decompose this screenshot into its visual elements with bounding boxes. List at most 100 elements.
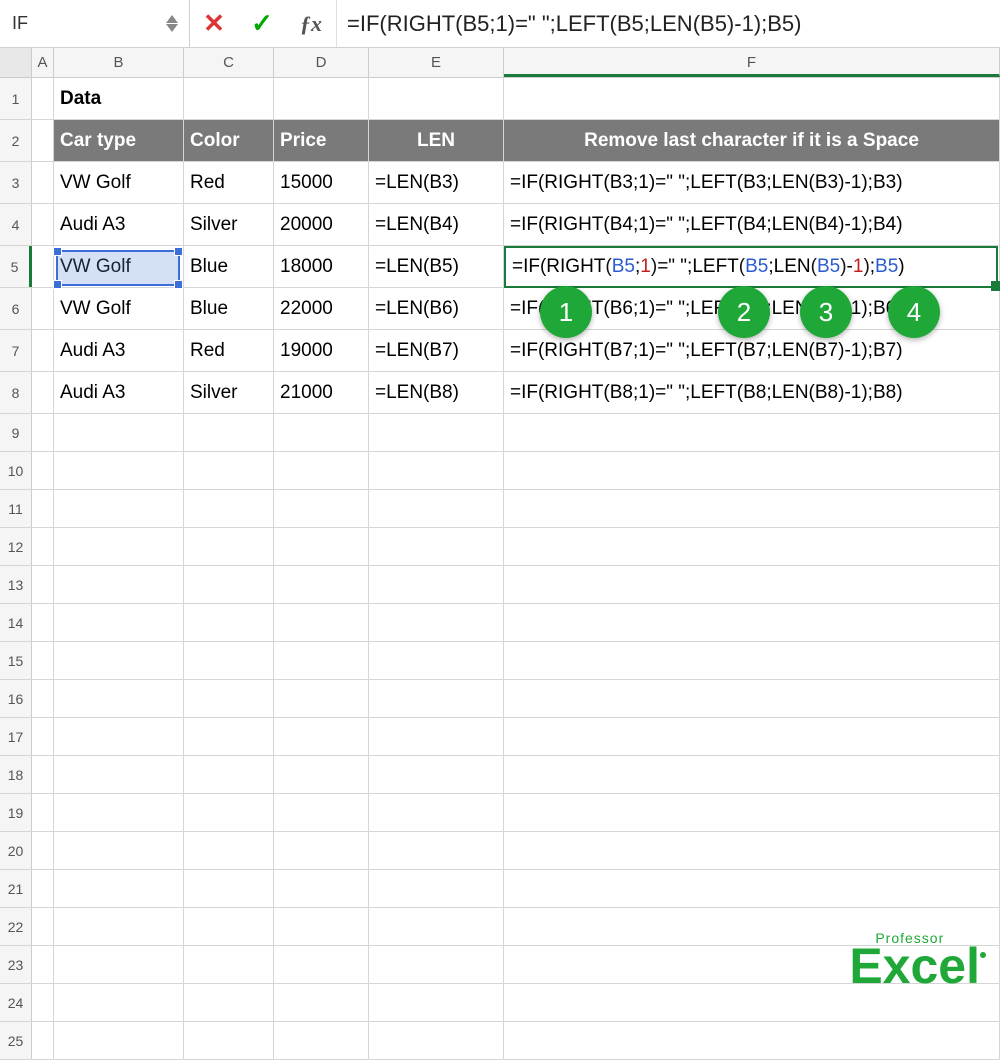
cell[interactable]: =LEN(B5)	[369, 246, 504, 287]
fx-icon[interactable]: ƒx	[286, 0, 336, 47]
cell[interactable]	[369, 908, 504, 945]
cell[interactable]	[369, 452, 504, 489]
fill-handle[interactable]	[991, 281, 1000, 291]
cell[interactable]	[32, 832, 54, 869]
row-header[interactable]: 20	[0, 832, 32, 869]
cell[interactable]: 15000	[274, 162, 369, 203]
col-header-A[interactable]: A	[32, 48, 54, 77]
cell[interactable]	[54, 604, 184, 641]
cell[interactable]	[32, 794, 54, 831]
cell[interactable]	[274, 832, 369, 869]
row-header[interactable]: 21	[0, 870, 32, 907]
cell[interactable]	[504, 528, 1000, 565]
cell[interactable]	[32, 162, 54, 203]
cell[interactable]	[184, 642, 274, 679]
cell[interactable]	[369, 680, 504, 717]
cell[interactable]	[184, 946, 274, 983]
cell[interactable]	[274, 794, 369, 831]
cell[interactable]	[184, 1022, 274, 1059]
cell[interactable]	[369, 78, 504, 119]
cell[interactable]	[369, 414, 504, 451]
cell[interactable]	[32, 604, 54, 641]
cell[interactable]	[32, 490, 54, 527]
cell[interactable]	[32, 984, 54, 1021]
cell[interactable]	[54, 794, 184, 831]
cell[interactable]	[184, 908, 274, 945]
cell[interactable]	[54, 984, 184, 1021]
row-header[interactable]: 8	[0, 372, 32, 413]
cell[interactable]	[369, 490, 504, 527]
cell[interactable]: VW Golf	[54, 288, 184, 329]
cell[interactable]: Silver	[184, 372, 274, 413]
cell[interactable]	[184, 414, 274, 451]
cell[interactable]	[504, 452, 1000, 489]
cell[interactable]	[274, 870, 369, 907]
cell[interactable]	[184, 528, 274, 565]
cell[interactable]	[369, 832, 504, 869]
cell[interactable]	[504, 870, 1000, 907]
row-header[interactable]: 17	[0, 718, 32, 755]
cell[interactable]: Remove last character if it is a Space	[504, 120, 1000, 161]
cell[interactable]	[369, 984, 504, 1021]
cell[interactable]	[504, 832, 1000, 869]
name-box[interactable]: IF	[8, 13, 163, 34]
cell[interactable]	[369, 1022, 504, 1059]
cell[interactable]	[504, 604, 1000, 641]
cell[interactable]	[54, 718, 184, 755]
cell[interactable]	[274, 528, 369, 565]
cell[interactable]	[32, 718, 54, 755]
cell[interactable]	[32, 756, 54, 793]
cell[interactable]	[274, 984, 369, 1021]
cell[interactable]	[184, 452, 274, 489]
cell[interactable]	[54, 452, 184, 489]
cell[interactable]	[54, 870, 184, 907]
cell[interactable]	[274, 414, 369, 451]
cell[interactable]: =IF(RIGHT(B4;1)=" ";LEFT(B4;LEN(B4)-1);B…	[504, 204, 1000, 245]
cell[interactable]	[184, 78, 274, 119]
cell[interactable]	[32, 642, 54, 679]
cell[interactable]: Audi A3	[54, 372, 184, 413]
cell[interactable]	[32, 414, 54, 451]
cell[interactable]: 18000	[274, 246, 369, 287]
row-header[interactable]: 11	[0, 490, 32, 527]
cell[interactable]	[32, 372, 54, 413]
cell[interactable]	[54, 566, 184, 603]
row-header[interactable]: 9	[0, 414, 32, 451]
row-header[interactable]: 23	[0, 946, 32, 983]
cell[interactable]: =LEN(B6)	[369, 288, 504, 329]
cell[interactable]	[274, 78, 369, 119]
editing-cell-F5[interactable]: =IF(RIGHT(B5;1)=" ";LEFT(B5;LEN(B5)-1);B…	[504, 246, 998, 288]
cell[interactable]	[32, 946, 54, 983]
col-header-F[interactable]: F	[504, 48, 1000, 77]
col-header-E[interactable]: E	[369, 48, 504, 77]
cell[interactable]	[54, 528, 184, 565]
row-header[interactable]: 24	[0, 984, 32, 1021]
row-header[interactable]: 18	[0, 756, 32, 793]
cell[interactable]	[32, 1022, 54, 1059]
cell[interactable]	[369, 566, 504, 603]
cell[interactable]	[54, 414, 184, 451]
row-header[interactable]: 25	[0, 1022, 32, 1059]
cell[interactable]	[274, 908, 369, 945]
cell[interactable]: Price	[274, 120, 369, 161]
cell[interactable]	[184, 566, 274, 603]
cell[interactable]	[274, 1022, 369, 1059]
cell[interactable]	[54, 832, 184, 869]
cell[interactable]	[54, 1022, 184, 1059]
cell[interactable]: 19000	[274, 330, 369, 371]
cell[interactable]: Data	[54, 78, 184, 119]
cell[interactable]	[369, 946, 504, 983]
cell[interactable]	[32, 870, 54, 907]
cell[interactable]: Silver	[184, 204, 274, 245]
cell[interactable]: Audi A3	[54, 204, 184, 245]
col-header-D[interactable]: D	[274, 48, 369, 77]
cell[interactable]	[184, 490, 274, 527]
cell[interactable]	[184, 718, 274, 755]
cell[interactable]	[504, 78, 1000, 119]
cell[interactable]	[369, 756, 504, 793]
cell[interactable]	[32, 120, 54, 161]
cell[interactable]: =IF(RIGHT(B3;1)=" ";LEFT(B3;LEN(B3)-1);B…	[504, 162, 1000, 203]
cell[interactable]	[32, 204, 54, 245]
cell[interactable]	[184, 832, 274, 869]
cell[interactable]	[504, 414, 1000, 451]
